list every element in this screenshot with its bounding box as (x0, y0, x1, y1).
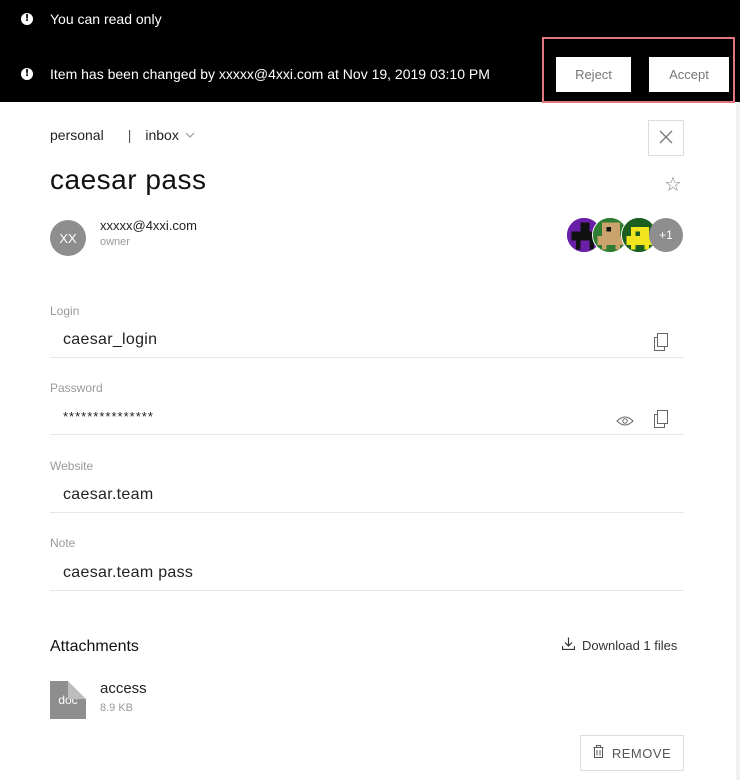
password-value[interactable]: *************** (63, 409, 154, 424)
doc-file-icon[interactable]: doc (50, 681, 86, 719)
login-label: Login (50, 304, 80, 318)
alert-icon: ! (21, 68, 33, 80)
attachments-title: Attachments (50, 638, 139, 655)
close-button[interactable] (648, 120, 684, 156)
owner-email: xxxxx@4xxi.com (100, 218, 197, 233)
download-icon (561, 637, 576, 653)
changed-text: Item has been changed by xxxxx@4xxi.com … (50, 66, 490, 82)
changed-notice: ! Item has been changed by xxxxx@4xxi.co… (0, 64, 490, 84)
more-members-badge[interactable]: +1 (649, 218, 683, 252)
website-label: Website (50, 459, 94, 473)
website-divider (50, 512, 684, 513)
remove-button[interactable]: REMOVE (580, 735, 684, 771)
note-divider (50, 590, 684, 591)
eye-icon[interactable] (615, 411, 635, 431)
attachment-size: 8.9 KB (100, 702, 134, 714)
password-divider (50, 434, 684, 435)
owner-role: owner (100, 236, 130, 248)
trash-icon (593, 745, 604, 761)
note-label: Note (50, 536, 76, 550)
highlight-box (542, 37, 735, 103)
copy-icon[interactable] (651, 332, 671, 352)
readonly-notice: ! You can read only (0, 9, 162, 29)
doc-fold (68, 681, 86, 699)
breadcrumb-separator: | (127, 127, 132, 143)
password-label: Password (50, 381, 103, 395)
breadcrumb-vault[interactable]: personal (50, 127, 104, 143)
website-value[interactable]: caesar.team (63, 486, 153, 504)
download-files-link[interactable]: Download 1 files (561, 637, 678, 653)
remove-label: REMOVE (611, 745, 672, 761)
copy-icon[interactable] (651, 409, 671, 429)
scrollbar[interactable] (736, 102, 740, 780)
breadcrumb-list[interactable]: inbox (145, 127, 178, 143)
breadcrumb: personal | inbox (50, 127, 195, 143)
login-value[interactable]: caesar_login (63, 331, 157, 349)
login-divider (50, 357, 684, 358)
download-label: Download 1 files (582, 637, 678, 653)
attachment-name[interactable]: access (100, 680, 147, 697)
close-icon (659, 130, 673, 147)
note-value[interactable]: caesar.team pass (63, 564, 193, 582)
owner-avatar: XX (50, 220, 86, 256)
member-avatars[interactable]: +1 (566, 217, 686, 253)
readonly-text: You can read only (50, 11, 162, 27)
alert-icon: ! (21, 13, 33, 25)
item-title: caesar pass (50, 164, 207, 195)
star-icon[interactable]: ☆ (664, 172, 682, 196)
chevron-down-icon[interactable] (185, 130, 195, 141)
